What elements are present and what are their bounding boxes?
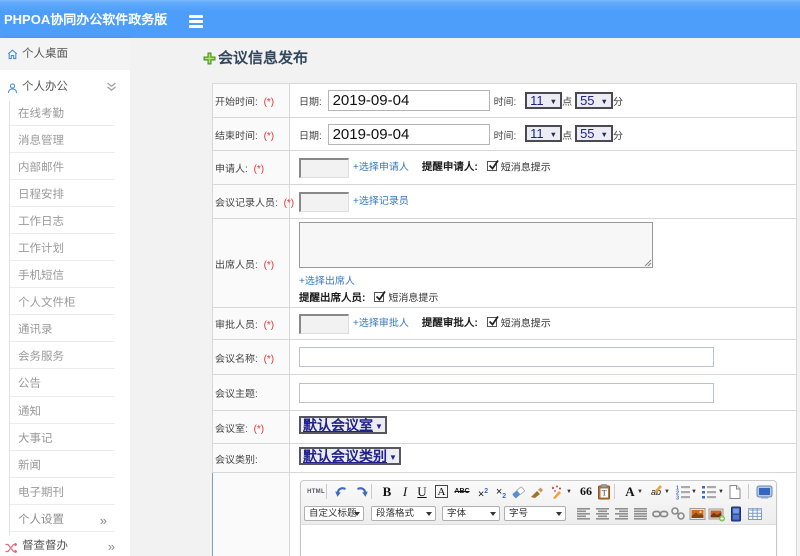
svg-text:T: T (602, 489, 607, 498)
svg-text:3: 3 (676, 496, 679, 501)
